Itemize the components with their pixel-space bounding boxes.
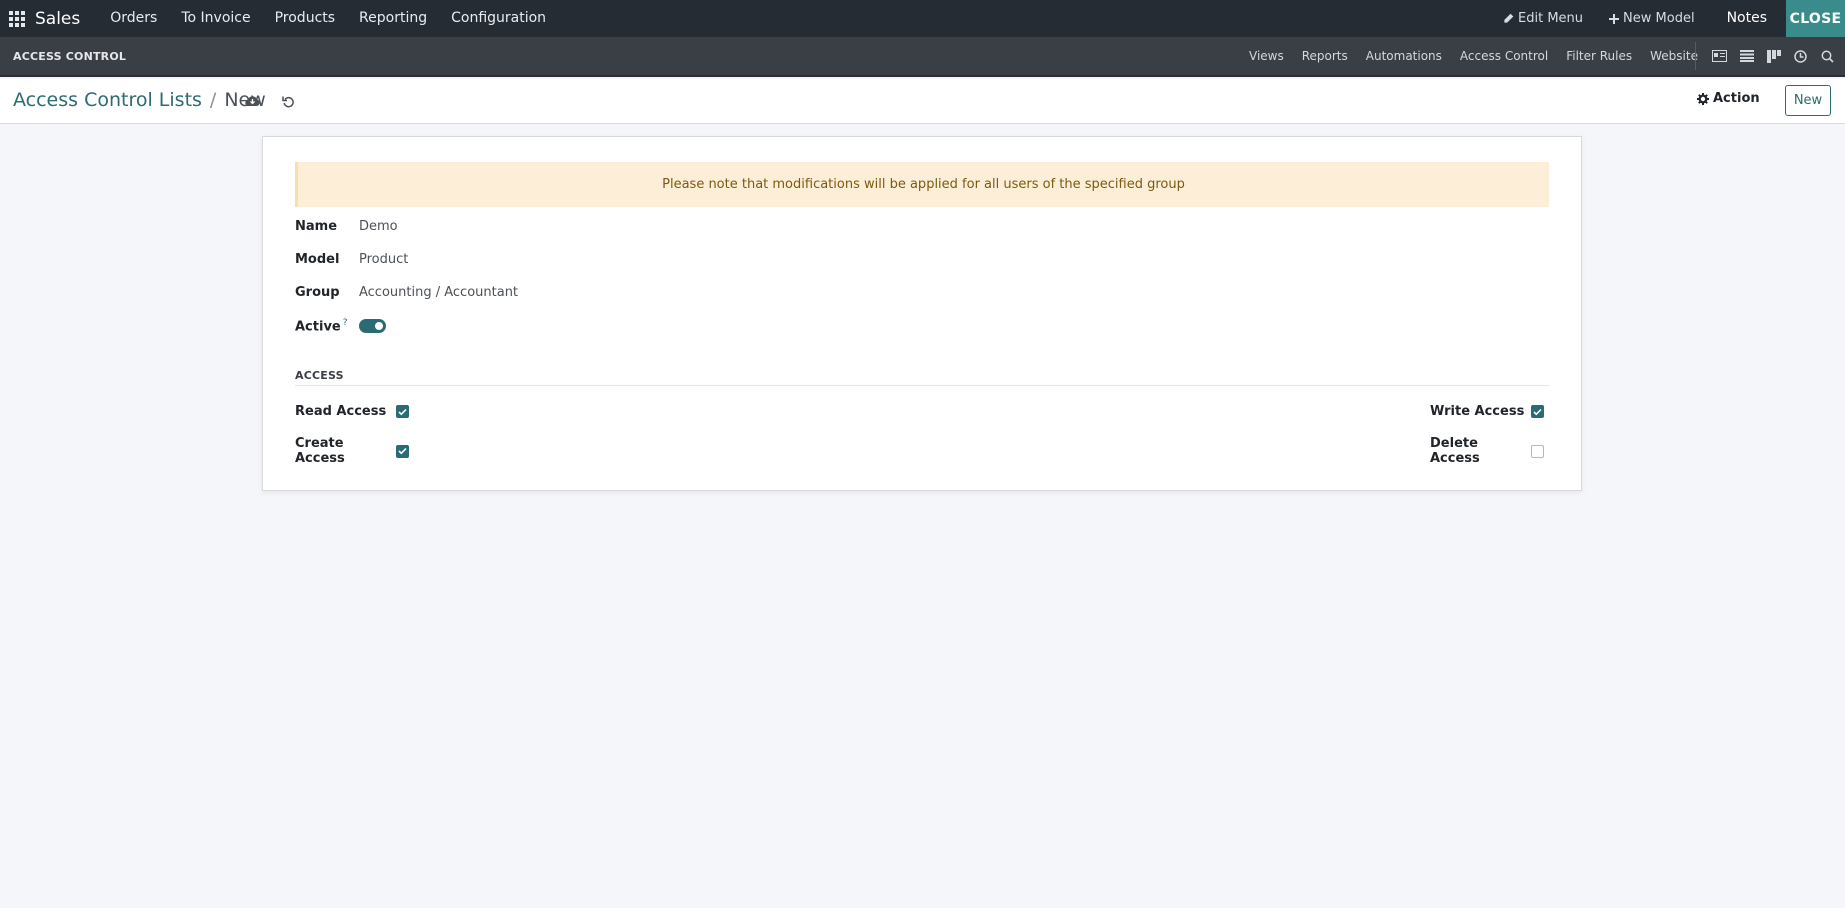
- field-name: Name Demo: [295, 219, 398, 234]
- name-input[interactable]: Demo: [359, 219, 398, 234]
- app-name[interactable]: Sales: [35, 9, 80, 29]
- delete-access-row: Delete Access: [1430, 436, 1544, 466]
- create-access-checkbox[interactable]: [396, 444, 409, 458]
- create-access-label: Create Access: [295, 436, 345, 466]
- active-label-text: Active: [295, 319, 341, 335]
- form-sheet: Please note that modifications will be a…: [262, 136, 1582, 491]
- studio-bar: ACCESS CONTROL Views Reports Automations…: [0, 37, 1845, 77]
- active-help-tooltip[interactable]: ?: [343, 318, 348, 328]
- action-menu-button[interactable]: Action: [1697, 91, 1760, 106]
- view-switcher: [1712, 37, 1835, 75]
- list-view-icon[interactable]: [1739, 49, 1754, 64]
- group-label: Group: [295, 285, 340, 300]
- read-access-label: Read Access: [295, 404, 387, 419]
- active-toggle[interactable]: [359, 319, 386, 334]
- edit-menu-button[interactable]: Edit Menu: [1490, 0, 1596, 37]
- search-view-icon[interactable]: [1820, 49, 1835, 64]
- check-icon: [1533, 408, 1542, 415]
- studio-link-automations[interactable]: Automations: [1357, 49, 1451, 63]
- new-record-button[interactable]: New: [1785, 85, 1831, 116]
- studio-link-views[interactable]: Views: [1240, 49, 1293, 63]
- group-warning-alert: Please note that modifications will be a…: [295, 162, 1549, 207]
- delete-access-label: Delete Access: [1430, 436, 1480, 466]
- apps-menu-icon[interactable]: [0, 0, 34, 37]
- read-access-checkbox[interactable]: [396, 405, 409, 418]
- studio-link-filter-rules[interactable]: Filter Rules: [1557, 49, 1641, 63]
- action-label: Action: [1713, 91, 1760, 106]
- check-icon: [398, 447, 407, 455]
- field-group: Group Accounting / Accountant: [295, 285, 518, 300]
- write-access-label: Write Access: [1430, 404, 1525, 419]
- discard-undo-icon[interactable]: [278, 91, 298, 111]
- studio-link-access-control[interactable]: Access Control: [1451, 49, 1557, 63]
- breadcrumb: Access Control Lists / New: [13, 89, 266, 111]
- menu-item-products[interactable]: Products: [263, 0, 347, 37]
- access-section-title: ACCESS: [295, 369, 344, 382]
- active-label: Active?: [295, 318, 359, 334]
- write-access-checkbox[interactable]: [1531, 405, 1544, 418]
- menu-item-configuration[interactable]: Configuration: [439, 0, 558, 37]
- menu-item-to-invoice[interactable]: To Invoice: [169, 0, 262, 37]
- read-access-row: Read Access: [295, 404, 409, 419]
- write-access-row: Write Access: [1430, 404, 1544, 419]
- notes-button[interactable]: Notes: [1708, 0, 1786, 37]
- name-label: Name: [295, 219, 338, 234]
- studio-link-reports[interactable]: Reports: [1293, 49, 1357, 63]
- menu-item-orders[interactable]: Orders: [98, 0, 169, 37]
- group-input[interactable]: Accounting / Accountant: [359, 285, 518, 300]
- studio-divider: [1695, 42, 1696, 70]
- model-input[interactable]: Product: [359, 252, 408, 267]
- gear-icon: [1697, 92, 1709, 105]
- studio-links: Views Reports Automations Access Control…: [1240, 37, 1707, 75]
- close-studio-button[interactable]: CLOSE: [1786, 0, 1845, 37]
- save-cloud-icon[interactable]: [242, 91, 262, 111]
- top-navbar: Sales Orders To Invoice Products Reporti…: [0, 0, 1845, 37]
- breadcrumb-separator: /: [209, 89, 217, 111]
- field-active: Active?: [295, 318, 386, 334]
- top-menu: Orders To Invoice Products Reporting Con…: [98, 0, 558, 37]
- studio-link-website[interactable]: Website: [1641, 49, 1707, 63]
- kanban-view-icon[interactable]: [1766, 49, 1781, 64]
- check-icon: [398, 408, 407, 415]
- form-view-icon[interactable]: [1712, 49, 1727, 64]
- create-access-row: Create Access: [295, 436, 409, 466]
- field-model: Model Product: [295, 252, 408, 267]
- model-label: Model: [295, 252, 340, 267]
- edit-menu-label: Edit Menu: [1518, 11, 1584, 26]
- activity-view-icon[interactable]: [1793, 49, 1808, 64]
- section-divider: [295, 385, 1549, 386]
- new-model-button[interactable]: New Model: [1596, 0, 1708, 37]
- new-model-label: New Model: [1623, 11, 1695, 26]
- delete-access-checkbox[interactable]: [1531, 444, 1544, 458]
- plus-icon: [1609, 13, 1620, 24]
- studio-top-actions: Edit Menu New Model Notes CLOSE: [1490, 0, 1845, 37]
- menu-item-reporting[interactable]: Reporting: [347, 0, 439, 37]
- breadcrumb-access-control-lists[interactable]: Access Control Lists: [13, 89, 202, 111]
- pencil-icon: [1504, 13, 1514, 23]
- studio-title: ACCESS CONTROL: [13, 49, 127, 63]
- control-panel: Access Control Lists / New Action New: [0, 79, 1845, 124]
